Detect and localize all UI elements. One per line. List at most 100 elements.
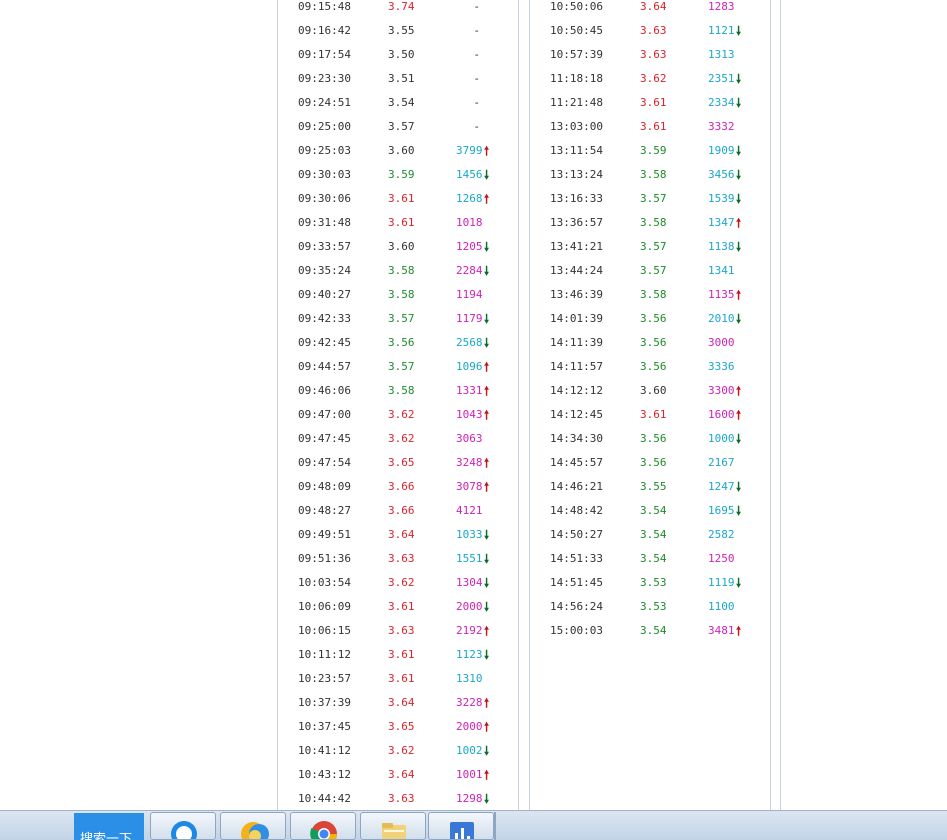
trade-volume: 3228 (456, 696, 483, 709)
search-button[interactable]: 搜索一下 (74, 813, 144, 840)
trade-price: 3.56 (640, 456, 667, 469)
arrow-up-icon: 🠕 (484, 456, 490, 470)
trade-price: 3.56 (640, 432, 667, 445)
arrow-up-icon: 🠕 (484, 144, 490, 158)
trade-time: 14:12:45 (550, 408, 603, 421)
trade-time: 09:49:51 (298, 528, 351, 541)
trade-volume: 3248 (456, 456, 483, 469)
trade-time: 14:34:30 (550, 432, 603, 445)
arrow-up-icon: 🠕 (484, 360, 490, 374)
trade-volume: 1043 (456, 408, 483, 421)
trade-price: 3.56 (640, 360, 667, 373)
arrow-up-icon: 🠕 (736, 408, 742, 422)
trade-volume: 1250 (708, 552, 735, 565)
trade-time: 09:23:30 (298, 72, 351, 85)
arrow-down-icon: 🠗 (484, 528, 490, 542)
arrow-down-icon: 🠗 (736, 504, 742, 518)
trade-volume: - (473, 0, 480, 13)
arrow-up-icon: 🠕 (484, 768, 490, 782)
trade-time: 13:16:33 (550, 192, 603, 205)
trade-volume: 1135 (708, 288, 735, 301)
trade-volume: 1001 (456, 768, 483, 781)
trade-price: 3.60 (388, 240, 415, 253)
trade-price: 3.65 (388, 456, 415, 469)
chart-app-icon (450, 822, 474, 839)
trade-volume: 1551 (456, 552, 483, 565)
arrow-down-icon: 🠗 (736, 240, 742, 254)
taskbar-app-chrome[interactable] (290, 812, 356, 840)
trade-volume: - (473, 120, 480, 133)
trade-time: 10:43:12 (298, 768, 351, 781)
trade-price: 3.64 (388, 696, 415, 709)
arrow-up-icon: 🠕 (736, 624, 742, 638)
trade-time: 09:17:54 (298, 48, 351, 61)
trade-time: 09:47:54 (298, 456, 351, 469)
arrow-up-icon: 🠕 (484, 720, 490, 734)
trade-time: 09:25:03 (298, 144, 351, 157)
trade-volume: 1033 (456, 528, 483, 541)
trade-time: 11:21:48 (550, 96, 603, 109)
trade-volume: 1179 (456, 312, 483, 325)
trade-volume: 3456 (708, 168, 735, 181)
trade-volume: 1268 (456, 192, 483, 205)
trade-volume: 3332 (708, 120, 735, 133)
trade-time: 10:06:15 (298, 624, 351, 637)
taskbar-app-sunflower[interactable] (220, 812, 286, 840)
trade-price: 3.59 (388, 168, 415, 181)
trade-volume: 2192 (456, 624, 483, 637)
trade-price: 3.56 (640, 336, 667, 349)
trade-price: 3.53 (640, 600, 667, 613)
trade-volume: 1000 (708, 432, 735, 445)
trade-price: 3.64 (388, 768, 415, 781)
trade-volume: 1310 (456, 672, 483, 685)
arrow-down-icon: 🠗 (736, 192, 742, 206)
trade-volume: 3799 (456, 144, 483, 157)
arrow-down-icon: 🠗 (736, 576, 742, 590)
trade-time: 10:44:42 (298, 792, 351, 805)
arrow-down-icon: 🠗 (736, 312, 742, 326)
trade-price: 3.54 (388, 96, 415, 109)
trade-time: 09:47:00 (298, 408, 351, 421)
trade-price: 3.57 (640, 192, 667, 205)
arrow-up-icon: 🠕 (484, 192, 490, 206)
trade-price: 3.57 (640, 240, 667, 253)
trade-time: 09:42:33 (298, 312, 351, 325)
trade-time: 13:03:00 (550, 120, 603, 133)
trade-price: 3.54 (640, 552, 667, 565)
trade-price: 3.61 (388, 600, 415, 613)
trade-volume: 1600 (708, 408, 735, 421)
trade-time: 09:42:45 (298, 336, 351, 349)
arrow-up-icon: 🠕 (736, 216, 742, 230)
trade-price: 3.63 (388, 624, 415, 637)
trade-volume: 3300 (708, 384, 735, 397)
taskbar-app-chart[interactable] (428, 812, 494, 840)
trade-time: 10:50:06 (550, 0, 603, 13)
taskbar-app-browser-360[interactable] (150, 812, 216, 840)
trade-time: 10:03:54 (298, 576, 351, 589)
trade-price: 3.62 (640, 72, 667, 85)
taskbar-app-file-explorer[interactable] (360, 812, 426, 840)
trade-time: 14:56:24 (550, 600, 603, 613)
trade-price: 3.61 (640, 120, 667, 133)
arrow-down-icon: 🠗 (484, 264, 490, 278)
trade-time: 14:11:57 (550, 360, 603, 373)
trade-price: 3.66 (388, 504, 415, 517)
trade-time: 10:41:12 (298, 744, 351, 757)
trade-price: 3.61 (640, 408, 667, 421)
trade-price: 3.56 (388, 336, 415, 349)
trade-time: 09:24:51 (298, 96, 351, 109)
trade-time: 09:15:48 (298, 0, 351, 13)
arrow-down-icon: 🠗 (484, 552, 490, 566)
trade-time: 10:06:09 (298, 600, 351, 613)
trade-price: 3.62 (388, 744, 415, 757)
trade-time: 10:23:57 (298, 672, 351, 685)
trade-time: 14:48:42 (550, 504, 603, 517)
trade-volume: 3336 (708, 360, 735, 373)
trade-time: 14:51:33 (550, 552, 603, 565)
trade-time: 14:45:57 (550, 456, 603, 469)
trade-price: 3.60 (388, 144, 415, 157)
arrow-up-icon: 🠕 (736, 384, 742, 398)
panel-divider-right (529, 0, 530, 810)
arrow-down-icon: 🠗 (736, 168, 742, 182)
trade-time: 13:36:57 (550, 216, 603, 229)
